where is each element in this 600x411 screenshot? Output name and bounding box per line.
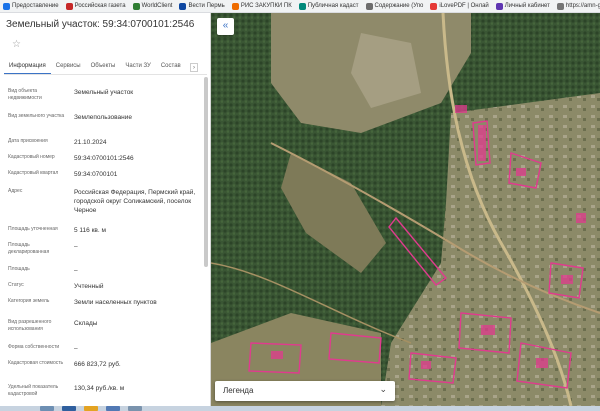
bookmark-favicon-icon bbox=[365, 2, 373, 10]
field-value: – bbox=[74, 243, 78, 250]
bookmark-favicon-icon bbox=[231, 2, 239, 10]
double-chevron-left-icon[interactable]: « bbox=[217, 18, 234, 35]
field-value: Земли населенных пунктов bbox=[74, 299, 157, 306]
taskbar-app-icon[interactable] bbox=[40, 406, 54, 411]
field-value: – bbox=[74, 345, 78, 352]
bookmark-item[interactable]: Предоставление bbox=[0, 0, 63, 12]
field-label: Вид объекта недвижимости bbox=[8, 88, 42, 101]
bookmark-label: Публичная кадаст bbox=[307, 3, 359, 9]
field-label: Кадастровый квартал bbox=[8, 170, 59, 176]
bookmark-label: iLovePDF | Онлай bbox=[439, 3, 489, 9]
field-value: Российская Федерация, Пермский край, гор… bbox=[74, 189, 196, 214]
field-label: Форма собственности bbox=[8, 344, 60, 350]
panel-scrollbar[interactable] bbox=[204, 77, 208, 267]
panel-tabs: Информация Сервисы Объекты Части ЗУ Состав bbox=[4, 59, 207, 75]
field-label: Площадь уточненная bbox=[8, 226, 58, 232]
bookmark-item[interactable]: iLovePDF | Онлай bbox=[427, 0, 492, 12]
chevron-right-icon[interactable]: › bbox=[190, 63, 198, 72]
bookmark-item[interactable]: Вести Пермь bbox=[176, 0, 228, 12]
field-label: Площадь bbox=[8, 266, 30, 272]
bookmark-label: Предоставление bbox=[12, 3, 59, 9]
taskbar-app-icon[interactable] bbox=[106, 406, 120, 411]
tab-item[interactable]: Состав bbox=[156, 59, 186, 74]
field-value: 59:34:0700101 bbox=[74, 171, 118, 178]
taskbar-app-icon[interactable] bbox=[128, 406, 142, 411]
bookmark-favicon-icon bbox=[179, 2, 187, 10]
bookmark-favicon-icon bbox=[65, 2, 73, 10]
taskbar-app-icon[interactable] bbox=[62, 406, 76, 411]
legend-label: Легенда bbox=[223, 386, 254, 395]
map-imagery bbox=[211, 13, 600, 406]
tab-item[interactable]: Информация bbox=[4, 59, 51, 74]
bookmark-label: Личный кабинет bbox=[504, 3, 550, 9]
panel-title: Земельный участок: 59:34:0700101:2546 bbox=[6, 19, 195, 30]
field-value: 130,34 руб./кв. м bbox=[74, 385, 125, 392]
bookmark-item[interactable]: РИС ЗАКУПКИ ПК bbox=[229, 0, 296, 12]
bookmark-favicon-icon bbox=[556, 2, 564, 10]
field-label: Дата присвоения bbox=[8, 138, 48, 144]
bookmarks-bar: Предоставление Российская газета WorldClie… bbox=[0, 0, 600, 13]
object-info-panel: Земельный участок: 59:34:0700101:2546 ☆ … bbox=[0, 13, 211, 406]
field-label: Категория земель bbox=[8, 298, 50, 304]
field-value: Землепользование bbox=[74, 114, 132, 121]
field-label: Адрес bbox=[8, 188, 23, 194]
bookmark-label: https://amn-gmu. bbox=[565, 3, 600, 9]
field-value: 5 116 кв. м bbox=[74, 227, 106, 234]
taskbar bbox=[0, 406, 600, 411]
field-value: 666 823,72 руб. bbox=[74, 361, 121, 368]
field-label: Вид земельного участка bbox=[8, 113, 65, 119]
field-label: Кадастровая стоимость bbox=[8, 360, 64, 366]
legend-dropdown[interactable]: Легенда ⌄ bbox=[215, 381, 395, 401]
tab-item[interactable]: Части ЗУ bbox=[120, 59, 155, 74]
field-label: Вид разрешенного использования bbox=[8, 319, 52, 332]
field-value: 59:34:0700101:2546 bbox=[74, 155, 134, 162]
bookmark-item[interactable]: WorldClient bbox=[130, 0, 177, 12]
bookmark-item[interactable]: Российская газета bbox=[63, 0, 130, 12]
bookmark-label: WorldClient bbox=[141, 3, 173, 9]
bookmark-favicon-icon bbox=[495, 2, 503, 10]
bookmark-label: Российская газета bbox=[74, 3, 126, 9]
field-value: Учтенный bbox=[74, 283, 104, 290]
bookmark-favicon-icon bbox=[3, 2, 10, 10]
bookmark-label: РИС ЗАКУПКИ ПК bbox=[240, 3, 292, 9]
field-value: – bbox=[74, 267, 78, 274]
satellite-map[interactable]: « Легенда ⌄ bbox=[211, 13, 600, 406]
field-value: Земельный участок bbox=[74, 89, 134, 96]
tab-item[interactable]: Сервисы bbox=[51, 59, 86, 74]
bookmark-item[interactable]: https://amn-gmu. bbox=[554, 0, 600, 12]
bookmark-item[interactable]: Содержание (Упо bbox=[363, 0, 428, 12]
bookmark-item[interactable]: Личный кабинет bbox=[493, 0, 554, 12]
field-value: 21.10.2024 bbox=[74, 139, 107, 146]
bookmark-label: Содержание (Упо bbox=[374, 3, 424, 9]
app-window: Предоставление Российская газета WorldClie… bbox=[0, 0, 600, 411]
field-label: Статус bbox=[8, 282, 24, 288]
tab-item[interactable]: Объекты bbox=[86, 59, 121, 74]
field-label: Площадь декларированная bbox=[8, 242, 50, 255]
bookmark-favicon-icon bbox=[298, 2, 306, 10]
field-value: Склады bbox=[74, 320, 98, 327]
bookmark-item[interactable]: Публичная кадаст bbox=[296, 0, 363, 12]
chevron-down-icon: ⌄ bbox=[379, 384, 387, 394]
bookmark-favicon-icon bbox=[132, 2, 140, 10]
field-label: Кадастровый номер bbox=[8, 154, 55, 160]
field-label: Удельный показатель кадастровой bbox=[8, 384, 59, 397]
star-icon[interactable]: ☆ bbox=[12, 39, 21, 50]
bookmark-label: Вести Пермь bbox=[188, 3, 225, 9]
taskbar-app-icon[interactable] bbox=[84, 406, 98, 411]
bookmark-favicon-icon bbox=[430, 2, 438, 10]
